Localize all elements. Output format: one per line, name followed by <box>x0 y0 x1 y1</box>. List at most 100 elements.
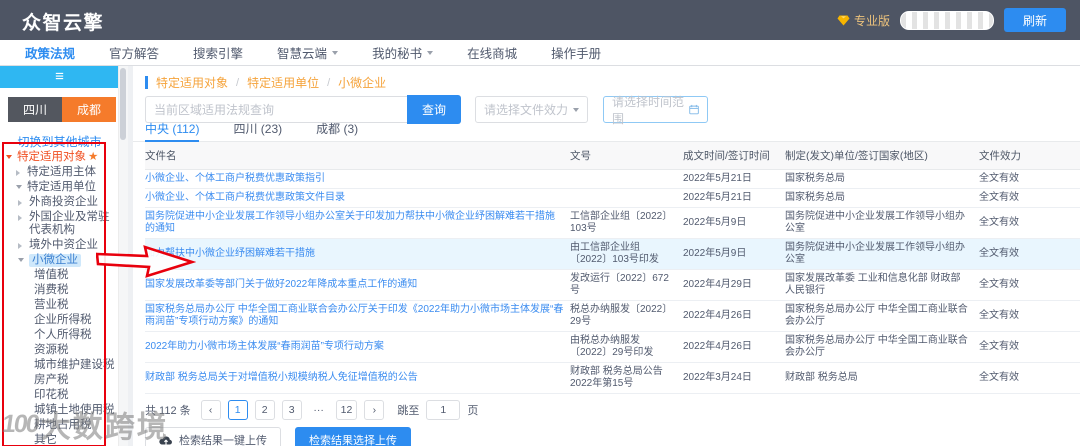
table-row: 小微企业、个体工商户税费优惠政策文件目录 2022年5月21日 国家税务总局 全文有效 <box>145 188 1080 208</box>
cell-org: 国务院促进中小企业发展工作领导小组办公室 <box>785 238 979 270</box>
region-button-sichuan[interactable]: 四川 <box>8 97 62 122</box>
cell-date: 2022年3月24日 <box>683 362 785 394</box>
table-row: 2022年助力小微市场主体发展“春雨润苗”专项行动方案 由税总办纳服发〔2022〕… <box>145 331 1080 363</box>
calendar-icon <box>689 104 699 115</box>
tree-item-label: 城镇土地使用税 <box>34 404 115 416</box>
star-icon: ★ <box>88 151 99 163</box>
breadcrumb-item-2[interactable]: 小微企业 <box>338 74 386 91</box>
chevron-down-icon <box>6 155 12 159</box>
tree-item-15[interactable]: 印花税 <box>0 388 119 403</box>
tree-item-label: 小微企业 <box>29 254 81 267</box>
tree-item-12[interactable]: 资源税 <box>0 343 119 358</box>
chevron-down-icon <box>427 50 434 55</box>
jump-label: 跳至 <box>397 405 420 417</box>
tab-1[interactable]: 四川 (23) <box>233 116 282 141</box>
tree-item-10[interactable]: 企业所得税 <box>0 313 119 328</box>
tree-item-5[interactable]: 境外中资企业 <box>0 238 119 253</box>
tree-item-18[interactable]: 其它 <box>0 433 119 446</box>
page-button-12[interactable]: 12 <box>335 400 358 420</box>
nav-item-label: 搜索引擎 <box>193 47 244 61</box>
prev-page-button[interactable]: ‹ <box>200 400 221 420</box>
tree-item-label: 其它 <box>34 434 57 446</box>
document-link[interactable]: 财政部 税务总局关于对增值税小规模纳税人免征增值税的公告 <box>145 372 418 383</box>
breadcrumb-item-1[interactable]: 特定适用单位 <box>247 74 319 91</box>
document-link[interactable]: 小微企业、个体工商户税费优惠政策指引 <box>145 173 325 184</box>
page-button-3[interactable]: 3 <box>281 400 302 420</box>
nav-item-3[interactable]: 智慧云端 <box>260 40 355 65</box>
breadcrumb-item-0[interactable]: 特定适用对象 <box>156 74 228 91</box>
tree-item-11[interactable]: 个人所得税 <box>0 328 119 343</box>
switch-city-link[interactable]: 切换到其他城市 <box>0 133 119 150</box>
document-link[interactable]: 国务院促进中小企业发展工作领导小组办公室关于印发加力帮扶中小微企业纾困解难若干措… <box>145 211 555 234</box>
cell-doc-number: 发改运行〔2022〕672号 <box>570 269 683 301</box>
document-link[interactable]: 国家税务总局办公厅 中华全国工商业联合会办公厅关于印发《2022年助力小微市场主… <box>145 304 563 327</box>
tree-item-9[interactable]: 营业税 <box>0 298 119 313</box>
page-button-1[interactable]: 1 <box>227 400 248 420</box>
nav-item-2[interactable]: 搜索引擎 <box>176 40 260 65</box>
pagination: 共 112 条 ‹ 123···12 › 跳至 页 <box>145 400 478 420</box>
refresh-button[interactable]: 刷新 <box>1003 8 1066 32</box>
jump-to-page: 跳至 页 <box>397 400 478 420</box>
tree-item-4[interactable]: 外国企业及常驻代表机构 <box>0 210 119 238</box>
cell-doc-number: 国家税务总局公告2022年第5号 <box>570 393 683 395</box>
document-link[interactable]: 国家发展改革委等部门关于做好2022年降成本重点工作的通知 <box>145 279 417 290</box>
sidebar-scrollbar[interactable] <box>118 66 128 446</box>
nav-item-0[interactable]: 政策法规 <box>8 40 92 65</box>
tree-item-0[interactable]: 特定适用对象 ★ <box>0 150 119 165</box>
nav-item-1[interactable]: 官方解答 <box>92 40 176 65</box>
cell-doc-number: 由工信部企业组〔2022〕103号印发 <box>570 238 683 270</box>
tree-item-label: 个人所得税 <box>34 329 92 341</box>
upload-select-label: 检索结果选择上传 <box>309 435 397 446</box>
tree-item-2[interactable]: 特定适用单位 <box>0 180 119 195</box>
chevron-right-icon <box>16 170 20 176</box>
tab-2[interactable]: 成都 (3) <box>316 116 358 141</box>
chevron-right-icon <box>18 211 29 221</box>
tree-item-3[interactable]: 外商投资企业 <box>0 195 119 210</box>
cell-doc-number: 由税总办纳服发〔2022〕29号印发 <box>570 331 683 363</box>
tree-item-14[interactable]: 房产税 <box>0 373 119 388</box>
cell-filename: 小微企业、个体工商户税费优惠政策指引 <box>145 169 570 189</box>
tree-item-7[interactable]: 增值税 <box>0 268 119 283</box>
column-header-3: 制定(发文)单位/签订国家(地区) <box>785 142 979 170</box>
nav-item-5[interactable]: 在线商城 <box>450 40 534 65</box>
region-button-chengdu[interactable]: 成都 <box>62 97 116 122</box>
tree-item-13[interactable]: 城市维护建设税 <box>0 358 119 373</box>
upload-all-button[interactable]: 检索结果一键上传 <box>145 427 281 446</box>
jump-page-input[interactable] <box>426 400 461 420</box>
page-buttons: 1 2 3 ··· 12 <box>227 400 365 420</box>
plan-badge: 专业版 <box>837 12 890 29</box>
document-link[interactable]: 2022年助力小微市场主体发展“春雨润苗”专项行动方案 <box>145 341 384 352</box>
cell-filename: 财政部 税务总局关于对增值税小规模纳税人免征增值税的公告 <box>145 362 570 394</box>
next-page-button[interactable]: › <box>364 400 385 420</box>
upload-select-button[interactable]: 检索结果选择上传 <box>295 427 411 446</box>
cloud-upload-icon <box>159 436 172 445</box>
table-body: 小微企业、个体工商户税费优惠政策指引 2022年5月21日国家税务总局 全文有效 小微… <box>145 169 1080 395</box>
sidebar-collapse-bar[interactable]: ≡ <box>0 66 119 88</box>
tree-item-1[interactable]: 特定适用主体 <box>0 165 119 180</box>
cell-org: 国家发展改革委 工业和信息化部 财政部 人民银行 <box>785 269 979 301</box>
table-row: 财政部 税务总局关于对增值税小规模纳税人免征增值税的公告 财政部 税务总局公告20… <box>145 362 1080 394</box>
scrollbar-thumb[interactable] <box>120 68 126 140</box>
user-account-redacted[interactable] <box>899 10 994 30</box>
cell-effect: 全文有效 <box>979 331 1080 363</box>
region-tabs: 中央 (112) 四川 (23) 成都 (3) <box>133 116 1080 142</box>
document-link[interactable]: 小微企业、个体工商户税费优惠政策文件目录 <box>145 192 345 203</box>
tree-item-8[interactable]: 消费税 <box>0 283 119 298</box>
tab-0[interactable]: 中央 (112) <box>145 116 200 142</box>
cell-date: 2022年4月26日 <box>683 300 785 332</box>
cell-date: 2022年5月9日 <box>683 207 785 239</box>
chevron-down-icon <box>573 107 579 112</box>
document-link[interactable]: 加力帮扶中小微企业纾困解难若干措施 <box>145 248 315 259</box>
nav-item-6[interactable]: 操作手册 <box>534 40 618 65</box>
cell-filename: 国家税务总局关于小型微利企业所得税优惠政策征管问题的公告 <box>145 393 570 395</box>
hamburger-icon: ≡ <box>55 68 64 85</box>
tree-item-6[interactable]: 小微企业 <box>0 253 119 268</box>
tree-item-17[interactable]: 耕地占用税 <box>0 418 119 433</box>
cell-org: 国家税务总局 <box>785 393 979 395</box>
tree-item-16[interactable]: 城镇土地使用税 <box>0 403 119 418</box>
sidebar: ≡ 四川 成都 切换到其他城市 特定适用对象 ★ 特定适用主体 特定适用单位 外商投资企… <box>0 66 128 446</box>
nav-item-4[interactable]: 我的秘书 <box>355 40 450 65</box>
cell-date: 2022年5月21日 <box>683 188 785 208</box>
page-button-2[interactable]: 2 <box>254 400 275 420</box>
tree-item-label: 消费税 <box>34 284 69 296</box>
